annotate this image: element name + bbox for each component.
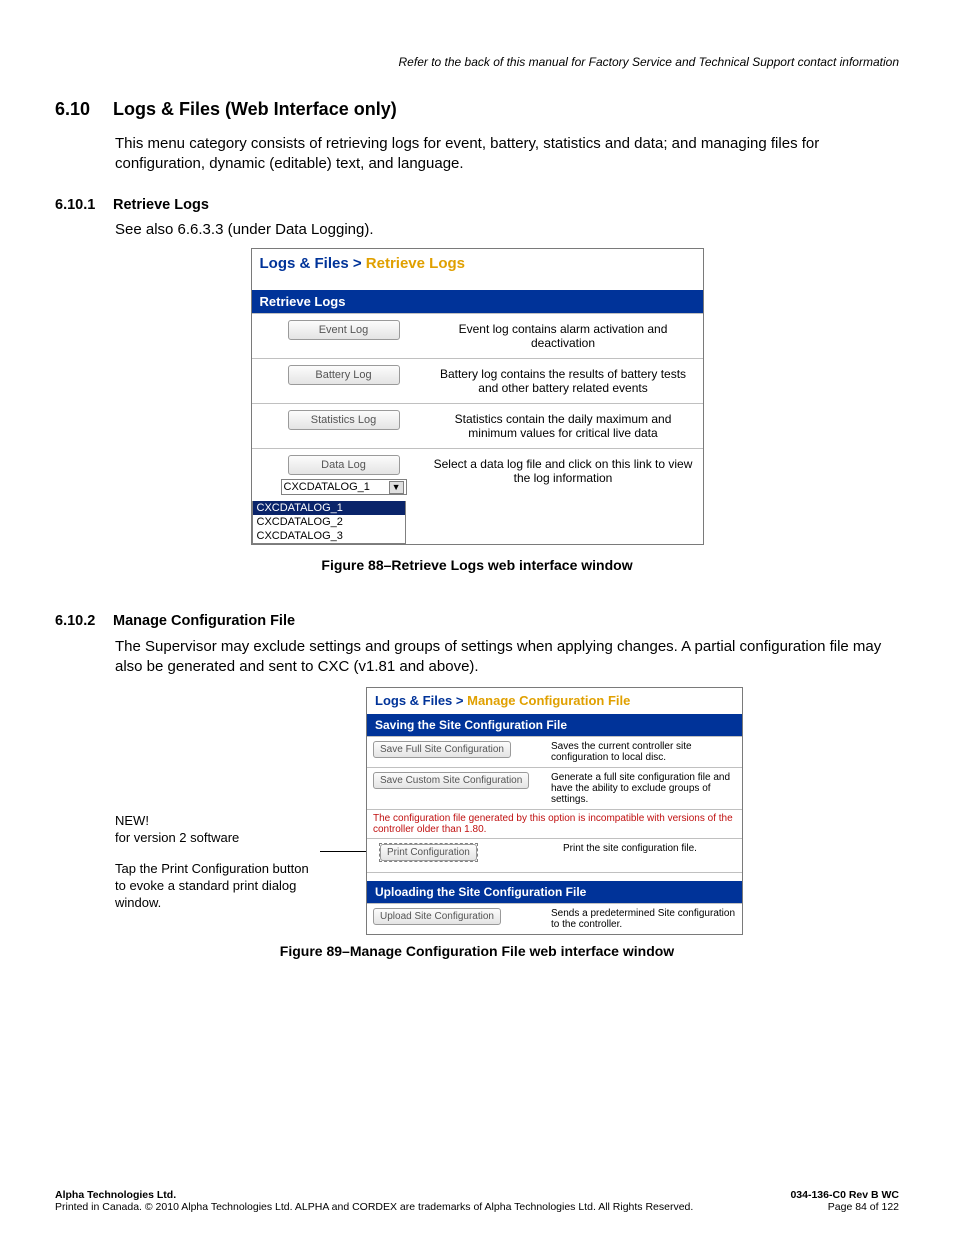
data-log-button[interactable]: Data Log bbox=[288, 455, 400, 475]
breadcrumb: Logs & Files > Manage Configuration File bbox=[367, 688, 742, 714]
row-print-config: Print Configuration Print the site confi… bbox=[367, 838, 742, 872]
battery-log-desc: Battery log contains the results of batt… bbox=[428, 359, 703, 403]
annotation-sidebar: NEW! for version 2 software Tap the Prin… bbox=[115, 687, 320, 911]
section-6-10-1-para: See also 6.6.3.3 (under Data Logging). bbox=[115, 221, 899, 238]
battery-log-button[interactable]: Battery Log bbox=[288, 365, 400, 385]
statistics-log-button[interactable]: Statistics Log bbox=[288, 410, 400, 430]
section-title: Logs & Files (Web Interface only) bbox=[113, 99, 397, 119]
section-6-10-heading: 6.10Logs & Files (Web Interface only) bbox=[55, 99, 899, 120]
annotation-leader-line bbox=[320, 687, 366, 937]
event-log-desc: Event log contains alarm activation and … bbox=[428, 314, 703, 358]
figure-88-retrieve-logs-window: Logs & Files > Retrieve Logs Retrieve Lo… bbox=[251, 248, 704, 545]
section-6-10-2-para: The Supervisor may exclude settings and … bbox=[115, 637, 899, 678]
dropdown-option[interactable]: CXCDATALOG_2 bbox=[253, 515, 405, 529]
breadcrumb: Logs & Files > Retrieve Logs bbox=[252, 249, 703, 290]
breadcrumb-leaf: Manage Configuration File bbox=[467, 693, 630, 708]
footer-company: Alpha Technologies Ltd. bbox=[55, 1189, 176, 1201]
data-log-select[interactable]: CXCDATALOG_1 bbox=[281, 479, 407, 495]
dropdown-option[interactable]: CXCDATALOG_1 bbox=[253, 501, 405, 515]
save-full-site-config-button[interactable]: Save Full Site Configuration bbox=[373, 741, 511, 758]
annotation-tip: Tap the Print Configuration button to ev… bbox=[115, 861, 320, 912]
section-6-10-2-heading: 6.10.2Manage Configuration File bbox=[55, 613, 899, 629]
annotation-new-line2: for version 2 software bbox=[115, 830, 239, 845]
footer-page-number: Page 84 of 122 bbox=[828, 1201, 899, 1213]
footer-copyright: Printed in Canada. © 2010 Alpha Technolo… bbox=[55, 1201, 693, 1213]
section-6-10-1-heading: 6.10.1Retrieve Logs bbox=[55, 197, 899, 213]
panel-header-saving: Saving the Site Configuration File bbox=[367, 714, 742, 736]
row-save-custom: Save Custom Site Configuration Generate … bbox=[367, 767, 742, 809]
row-data-log: Data Log CXCDATALOG_1 Select a data log … bbox=[252, 448, 703, 501]
data-log-desc: Select a data log file and click on this… bbox=[428, 449, 703, 493]
annotation-new: NEW! bbox=[115, 813, 149, 828]
row-event-log: Event Log Event log contains alarm activ… bbox=[252, 313, 703, 358]
row-upload-config: Upload Site Configuration Sends a predet… bbox=[367, 903, 742, 934]
print-configuration-button[interactable]: Print Configuration bbox=[380, 844, 477, 861]
save-custom-desc: Generate a full site configuration file … bbox=[549, 768, 742, 809]
data-log-dropdown-open: CXCDATALOG_1 CXCDATALOG_2 CXCDATALOG_3 bbox=[252, 501, 406, 544]
breadcrumb-leaf: Retrieve Logs bbox=[366, 255, 465, 272]
row-battery-log: Battery Log Battery log contains the res… bbox=[252, 358, 703, 403]
row-statistics-log: Statistics Log Statistics contain the da… bbox=[252, 403, 703, 448]
panel-header-uploading: Uploading the Site Configuration File bbox=[367, 881, 742, 903]
print-config-desc: Print the site configuration file. bbox=[561, 839, 742, 858]
figure-88-caption: Figure 88–Retrieve Logs web interface wi… bbox=[55, 557, 899, 573]
header-reference: Refer to the back of this manual for Fac… bbox=[55, 55, 899, 69]
footer-docnum: 034-136-C0 Rev B WC bbox=[790, 1189, 899, 1201]
event-log-button[interactable]: Event Log bbox=[288, 320, 400, 340]
section-6-10-para: This menu category consists of retrievin… bbox=[115, 134, 899, 175]
breadcrumb-root: Logs & Files > bbox=[375, 693, 467, 708]
statistics-log-desc: Statistics contain the daily maximum and… bbox=[428, 404, 703, 448]
page-footer: Alpha Technologies Ltd. 034-136-C0 Rev B… bbox=[55, 1189, 899, 1213]
section-number: 6.10.1 bbox=[55, 197, 113, 213]
dropdown-option[interactable]: CXCDATALOG_3 bbox=[253, 529, 405, 543]
upload-site-config-button[interactable]: Upload Site Configuration bbox=[373, 908, 501, 925]
row-save-full: Save Full Site Configuration Saves the c… bbox=[367, 736, 742, 767]
section-number: 6.10.2 bbox=[55, 613, 113, 629]
section-title: Retrieve Logs bbox=[113, 197, 209, 213]
save-full-desc: Saves the current controller site config… bbox=[549, 737, 742, 767]
section-title: Manage Configuration File bbox=[113, 613, 295, 629]
save-custom-site-config-button[interactable]: Save Custom Site Configuration bbox=[373, 772, 529, 789]
config-version-warning: The configuration file generated by this… bbox=[367, 809, 742, 838]
figure-89-manage-config-window: Logs & Files > Manage Configuration File… bbox=[366, 687, 743, 935]
panel-header-retrieve-logs: Retrieve Logs bbox=[252, 290, 703, 313]
upload-config-desc: Sends a predetermined Site configuration… bbox=[549, 904, 742, 934]
figure-89-caption: Figure 89–Manage Configuration File web … bbox=[55, 943, 899, 959]
breadcrumb-root: Logs & Files > bbox=[260, 255, 366, 272]
section-number: 6.10 bbox=[55, 99, 113, 120]
